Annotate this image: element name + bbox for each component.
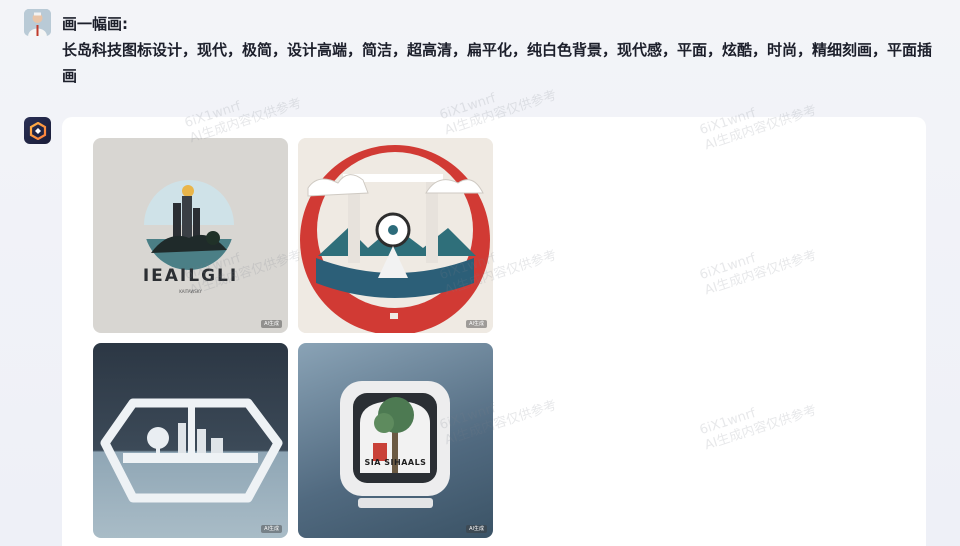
ai-generated-badge: AI生成 [261, 525, 282, 533]
image-1-caption: IEAILGLI [142, 266, 239, 286]
logo-illustration-1 [143, 180, 235, 270]
user-message-title: 画一幅画: [62, 15, 128, 33]
user-avatar [24, 9, 51, 36]
user-message [24, 9, 51, 36]
image-1-subcaption: KAITAWSKY [179, 289, 202, 294]
generated-image-4[interactable]: SIA SIHAALS AI生成 [298, 343, 493, 538]
ai-generated-badge: AI生成 [466, 320, 487, 328]
logo-illustration-3 [100, 398, 283, 503]
user-message-prompt: 长岛科技图标设计，现代，极简，设计高端，简洁，超高清，扁平化，纯白色背景，现代感… [62, 41, 933, 85]
logo-illustration-2 [298, 138, 493, 333]
assistant-avatar [24, 117, 51, 144]
assistant-response-card: IEAILGLI KAITAWSKY AI生成 AI生成 AI生成 SIA SI… [62, 117, 926, 546]
generated-image-2[interactable]: AI生成 [298, 138, 493, 333]
assistant-logo-icon [29, 121, 46, 140]
ai-generated-badge: AI生成 [466, 525, 487, 533]
ai-generated-badge: AI生成 [261, 320, 282, 328]
generated-image-3[interactable]: AI生成 [93, 343, 288, 538]
logo-illustration-4 [340, 381, 450, 508]
generated-image-1[interactable]: IEAILGLI KAITAWSKY AI生成 [93, 138, 288, 333]
user-text-block: 画一幅画: 长岛科技图标设计，现代，极简，设计高端，简洁，超高清，扁平化，纯白色… [62, 13, 932, 89]
image-4-caption: SIA SIHAALS [364, 458, 427, 467]
